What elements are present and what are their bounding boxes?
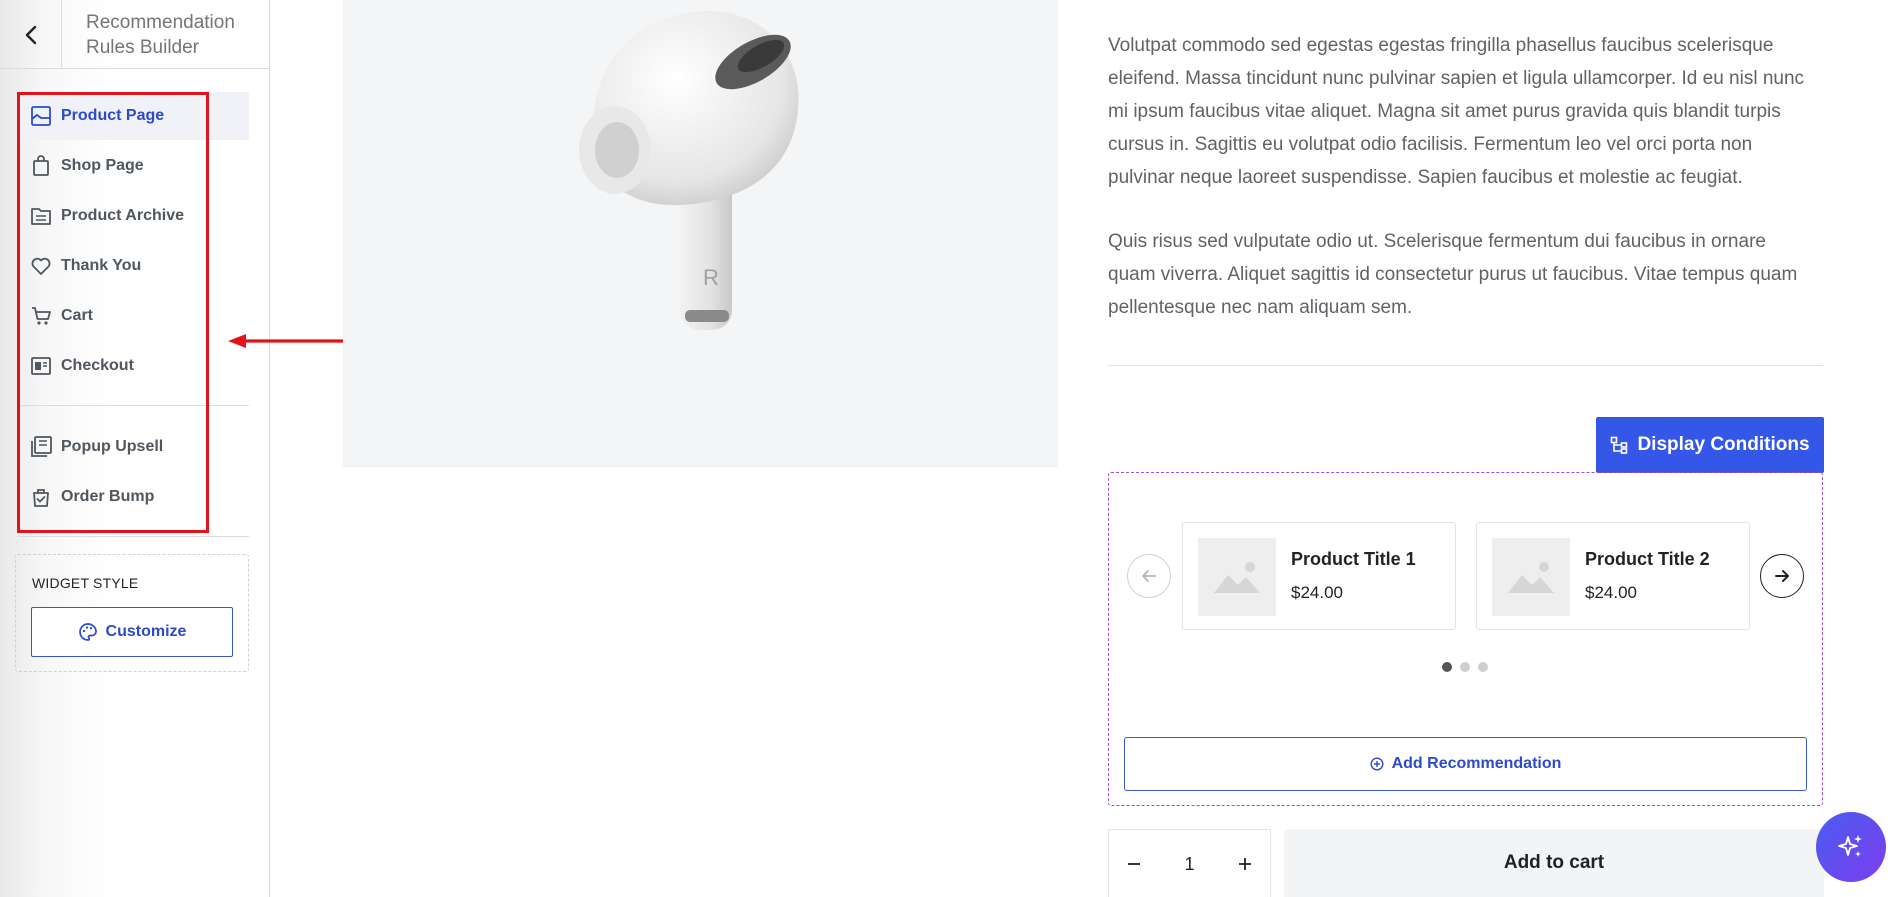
sidebar-item-product-page[interactable]: Product Page bbox=[17, 92, 249, 140]
sidebar: Recommendation Rules Builder Product Pag… bbox=[0, 0, 270, 897]
sidebar-item-popup-upsell[interactable]: Popup Upsell bbox=[17, 423, 249, 471]
plus-circle-icon bbox=[1370, 757, 1384, 771]
quantity-stepper: 1 bbox=[1108, 829, 1271, 897]
heart-icon bbox=[29, 254, 53, 278]
widget-style-label: WIDGET STYLE bbox=[32, 575, 139, 591]
image-placeholder-icon bbox=[1214, 562, 1260, 593]
customize-label: Customize bbox=[105, 623, 187, 640]
sidebar-item-label: Product Page bbox=[61, 107, 165, 124]
product-card[interactable]: Product Title 1 $24.00 bbox=[1182, 522, 1456, 630]
sidebar-item-label: Checkout bbox=[61, 357, 134, 374]
shopping-bag-icon bbox=[29, 154, 53, 178]
sidebar-item-cart[interactable]: Cart bbox=[17, 292, 249, 340]
section-divider bbox=[1108, 365, 1823, 366]
sidebar-item-shop-page[interactable]: Shop Page bbox=[17, 142, 249, 190]
arrow-left-icon bbox=[1142, 570, 1156, 582]
earbud-image-icon: R bbox=[579, 11, 799, 330]
popup-icon bbox=[29, 435, 53, 459]
product-card[interactable]: Product Title 2 $24.00 bbox=[1476, 522, 1750, 630]
sidebar-item-label: Product Archive bbox=[61, 207, 184, 224]
product-description: Quis risus sed vulputate odio ut. Sceler… bbox=[1108, 231, 1798, 318]
display-conditions-label: Display Conditions bbox=[1637, 434, 1810, 455]
sidebar-item-label: Order Bump bbox=[61, 488, 155, 505]
sidebar-divider bbox=[17, 405, 249, 406]
chevron-left-icon bbox=[25, 25, 36, 44]
sidebar-item-checkout[interactable]: Checkout bbox=[17, 342, 249, 390]
minus-icon bbox=[1128, 863, 1140, 865]
sparkles-icon bbox=[1838, 835, 1862, 857]
sidebar-divider bbox=[17, 536, 249, 537]
add-recommendation-label: Add Recommendation bbox=[1391, 755, 1562, 772]
product-price: $24.00 bbox=[1291, 583, 1343, 602]
product-title: Product Title 1 bbox=[1291, 549, 1416, 569]
checkout-icon bbox=[29, 354, 53, 378]
sidebar-item-label: Popup Upsell bbox=[61, 438, 164, 455]
carousel-next-button[interactable] bbox=[1760, 554, 1804, 598]
svg-text:R: R bbox=[703, 265, 719, 290]
product-thumbnail bbox=[1198, 538, 1276, 616]
sidebar-item-order-bump[interactable]: Order Bump bbox=[17, 473, 249, 521]
order-bump-icon bbox=[29, 485, 53, 509]
ai-assistant-button[interactable] bbox=[1816, 812, 1886, 882]
widget-style-panel: WIDGET STYLE Customize bbox=[15, 554, 249, 672]
flow-icon bbox=[1610, 436, 1628, 454]
product-page-icon bbox=[29, 104, 53, 128]
arrow-right-icon bbox=[1775, 570, 1789, 582]
plus-icon bbox=[1239, 858, 1251, 870]
carousel-dot[interactable] bbox=[1442, 662, 1452, 672]
product-description: Volutpat commodo sed egestas egestas fri… bbox=[1108, 35, 1805, 188]
carousel-prev-button[interactable] bbox=[1127, 554, 1171, 598]
display-conditions-button[interactable]: Display Conditions bbox=[1596, 417, 1824, 473]
add-to-cart-button[interactable]: Add to cart bbox=[1284, 829, 1824, 897]
archive-icon bbox=[29, 204, 53, 228]
sidebar-item-label: Shop Page bbox=[61, 157, 144, 174]
cart-icon bbox=[29, 304, 53, 328]
quantity-increase-button[interactable] bbox=[1220, 830, 1270, 897]
quantity-input[interactable]: 1 bbox=[1159, 830, 1220, 897]
sidebar-item-thank-you[interactable]: Thank You bbox=[17, 242, 249, 290]
product-thumbnail bbox=[1492, 538, 1570, 616]
carousel-dot[interactable] bbox=[1478, 662, 1488, 672]
sidebar-header: Recommendation Rules Builder bbox=[0, 0, 269, 69]
back-button[interactable] bbox=[0, 0, 62, 69]
product-price: $24.00 bbox=[1585, 583, 1637, 602]
sidebar-item-label: Cart bbox=[61, 307, 94, 324]
carousel-dot[interactable] bbox=[1460, 662, 1470, 672]
add-recommendation-button[interactable]: Add Recommendation bbox=[1124, 737, 1807, 791]
sidebar-item-label: Thank You bbox=[61, 257, 142, 274]
product-image: R bbox=[343, 0, 1058, 467]
quantity-decrease-button[interactable] bbox=[1109, 830, 1159, 897]
sidebar-item-product-archive[interactable]: Product Archive bbox=[17, 192, 249, 240]
product-title: Product Title 2 bbox=[1585, 549, 1710, 569]
image-placeholder-icon bbox=[1508, 562, 1554, 593]
customize-button[interactable]: Customize bbox=[31, 607, 233, 657]
page-title: Recommendation Rules Builder bbox=[86, 12, 235, 58]
palette-icon bbox=[78, 622, 98, 642]
